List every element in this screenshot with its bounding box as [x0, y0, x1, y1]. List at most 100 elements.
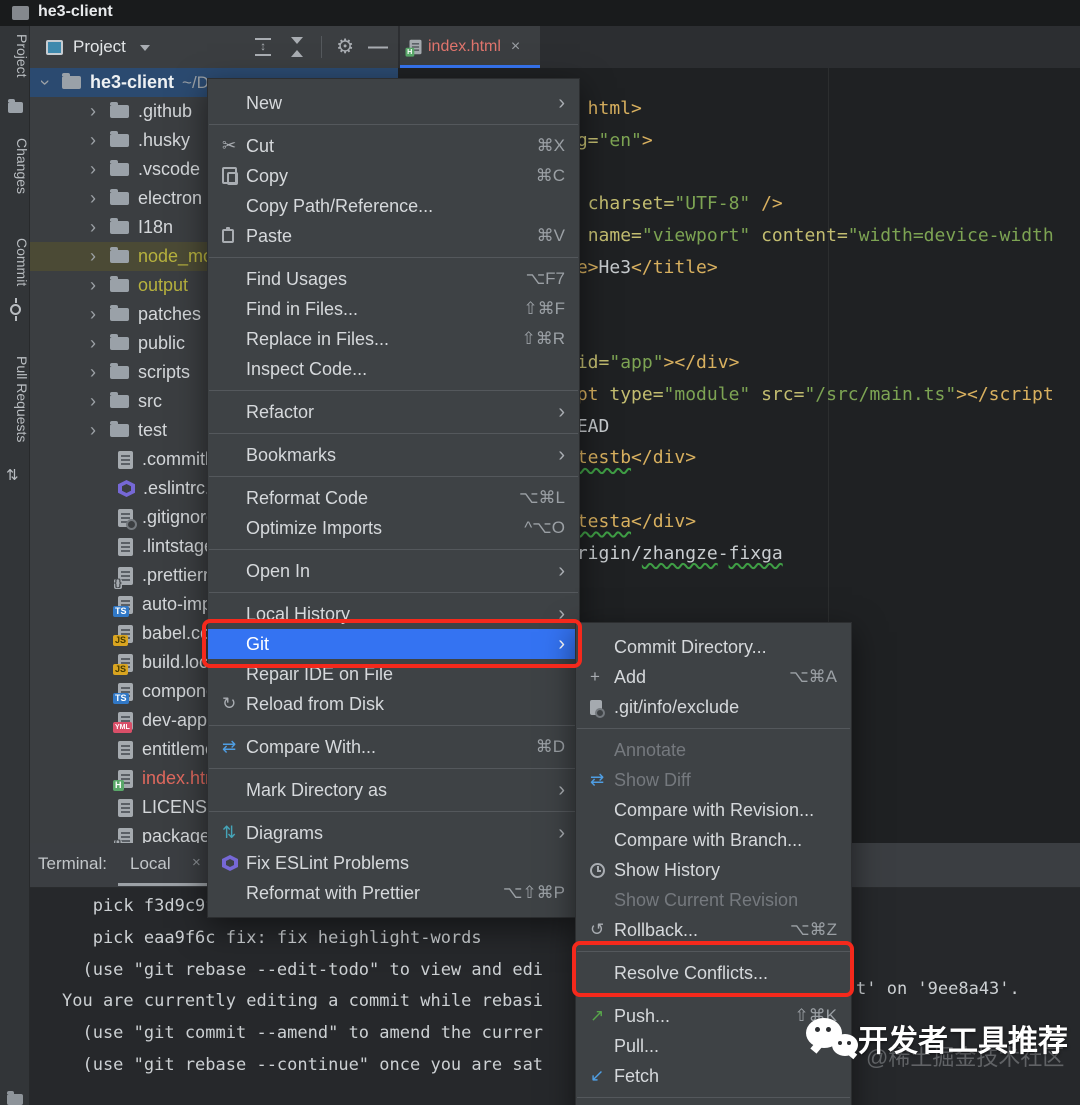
menu-item-find-usages[interactable]: Find Usages ⌥F7: [208, 264, 579, 294]
code-segment: -: [717, 542, 729, 564]
code-segment: "/src/main.ts": [804, 383, 957, 405]
menu-item-label: .git/info/exclude: [614, 696, 740, 717]
menu-divider: [577, 728, 850, 729]
menu-item-diagrams[interactable]: ⇅ Diagrams ›: [208, 818, 579, 848]
menu-item-shortcut: ⌥⌘A: [789, 667, 837, 686]
chevron-right-icon[interactable]: ›: [86, 101, 100, 122]
submenu-arrow-icon: ›: [558, 401, 565, 423]
terminal-tab-local[interactable]: Local: [130, 854, 171, 874]
menu-item-rollback[interactable]: ↺ Rollback... ⌥⌘Z: [576, 915, 851, 945]
project-panel-title[interactable]: Project: [73, 37, 126, 57]
folder-icon: [110, 160, 129, 176]
tab-label: index.html: [428, 38, 501, 55]
tree-item-label: public: [138, 333, 186, 353]
submenu-arrow-icon: ›: [558, 92, 565, 114]
code-segment: "width=device-width: [847, 225, 1054, 246]
menu-item-annotate[interactable]: Annotate: [576, 735, 851, 765]
menu-item-fix-eslint-problems[interactable]: Fix ESLint Problems: [208, 848, 579, 878]
chevron-down-icon[interactable]: [139, 44, 150, 56]
tab-index-html[interactable]: H index.html ×: [400, 26, 540, 68]
menu-item-copy[interactable]: Copy ⌘C: [208, 161, 579, 191]
menu-item-fetch[interactable]: ↙ Fetch: [576, 1061, 851, 1091]
terminal-line: (use "git commit --amend" to amend the c…: [62, 1023, 544, 1044]
menu-item-replace-in-files[interactable]: Replace in Files... ⇧⌘R: [208, 324, 579, 354]
menu-item-compare-with-revision[interactable]: Compare with Revision...: [576, 795, 851, 825]
menu-item-new[interactable]: New ›: [208, 88, 579, 118]
stripe-commit-label[interactable]: Commit: [0, 238, 30, 286]
chevron-right-icon[interactable]: ›: [86, 391, 100, 412]
brace-file-icon: {}: [114, 566, 133, 589]
pull-requests-icon[interactable]: ⇅: [6, 466, 19, 484]
stripe-changes-label[interactable]: Changes: [0, 138, 30, 194]
menu-item-repair-ide-on-file[interactable]: Repair IDE on File: [208, 659, 579, 689]
menu-item-label: Compare with Revision...: [614, 799, 815, 820]
menu-item-label: Repair IDE on File: [246, 663, 394, 684]
chevron-right-icon[interactable]: ›: [86, 362, 100, 383]
menu-item-inspect-code[interactable]: Inspect Code...: [208, 354, 579, 384]
menu-item-add[interactable]: + Add ⌥⌘A: [576, 662, 851, 692]
code-segment: "en": [598, 129, 642, 151]
close-icon[interactable]: ×: [192, 854, 201, 871]
menu-item-paste[interactable]: Paste ⌘V: [208, 221, 579, 251]
menu-item-refactor[interactable]: Refactor ›: [208, 397, 579, 427]
tree-item-label: .gitignore: [142, 507, 217, 527]
menu-item-git[interactable]: Git ›: [208, 629, 579, 659]
chevron-right-icon[interactable]: ›: [86, 333, 100, 354]
code-segment: content=: [761, 225, 848, 246]
menu-item-reformat-with-prettier[interactable]: Reformat with Prettier ⌥⇧⌘P: [208, 878, 579, 908]
menu-item-show-current-revision[interactable]: Show Current Revision: [576, 885, 851, 915]
ts-file-icon: TS: [113, 682, 133, 704]
folder-icon[interactable]: [8, 99, 23, 113]
menu-item-compare-with-branch[interactable]: Compare with Branch...: [576, 825, 851, 855]
menu-item-reload-from-disk[interactable]: ↻ Reload from Disk: [208, 689, 579, 719]
menu-divider: [209, 811, 578, 812]
chevron-right-icon[interactable]: ›: [86, 188, 100, 209]
chevron-right-icon[interactable]: ›: [86, 217, 100, 238]
menu-item-git-info-exclude[interactable]: .git/info/exclude: [576, 692, 851, 722]
menu-divider: [209, 257, 578, 258]
chevron-right-icon[interactable]: ›: [86, 420, 100, 441]
code-line: ipt type="module" src="/src/main.ts"></s…: [566, 384, 1054, 405]
menu-item-commit-directory[interactable]: Commit Directory...: [576, 632, 851, 662]
menu-item-resolve-conflicts[interactable]: Resolve Conflicts...: [576, 958, 851, 988]
menu-item-find-in-files[interactable]: Find in Files... ⇧⌘F: [208, 294, 579, 324]
menu-item-label: Fetch: [614, 1065, 660, 1086]
folder-icon: [110, 392, 129, 408]
menu-item-compare-with[interactable]: ⇄ Compare With... ⌘D: [208, 732, 579, 762]
bottom-folder-icon[interactable]: [7, 1091, 23, 1105]
menu-divider: [209, 433, 578, 434]
tree-item-label: .vscode: [138, 159, 201, 179]
stripe-project-label[interactable]: Project: [0, 34, 30, 78]
expand-all-icon[interactable]: ↕: [253, 37, 273, 57]
terminal-output[interactable]: pick f3d9c9f pick eaa9f6c fix: fix heigh…: [62, 891, 605, 1082]
gear-icon[interactable]: ⚙: [336, 37, 354, 57]
menu-item-copy-path-reference[interactable]: Copy Path/Reference...: [208, 191, 579, 221]
menu-item-open-in[interactable]: Open In ›: [208, 556, 579, 586]
folder-icon: [110, 363, 129, 379]
close-icon[interactable]: ×: [511, 38, 520, 56]
code-segment: </div>: [631, 447, 697, 469]
collapse-all-icon[interactable]: [287, 37, 307, 57]
menu-item-cut[interactable]: ✂ Cut ⌘X: [208, 131, 579, 161]
menu-item-shortcut: ⌘C: [535, 166, 565, 185]
menu-item-optimize-imports[interactable]: Optimize Imports ^⌥O: [208, 513, 579, 543]
menu-item-show-history[interactable]: Show History: [576, 855, 851, 885]
menu-item-bookmarks[interactable]: Bookmarks ›: [208, 440, 579, 470]
menu-divider: [209, 592, 578, 593]
stripe-pull-requests-label[interactable]: Pull Requests: [0, 356, 30, 442]
chevron-right-icon[interactable]: ›: [86, 304, 100, 325]
chevron-expanded-icon[interactable]: ›: [36, 72, 56, 93]
commit-icon[interactable]: [10, 298, 21, 321]
menu-item-show-diff[interactable]: ⇄ Show Diff: [576, 765, 851, 795]
menu-item-mark-directory-as[interactable]: Mark Directory as ›: [208, 775, 579, 805]
chevron-right-icon[interactable]: ›: [86, 159, 100, 180]
menu-item-local-history[interactable]: Local History ›: [208, 599, 579, 629]
chevron-right-icon[interactable]: ›: [86, 275, 100, 296]
menu-item-reformat-code[interactable]: Reformat Code ⌥⌘L: [208, 483, 579, 513]
hide-panel-icon[interactable]: —: [368, 37, 388, 57]
chevron-right-icon[interactable]: ›: [86, 246, 100, 267]
chevron-right-icon[interactable]: ›: [86, 130, 100, 151]
menu-item-shortcut: ⇧⌘F: [523, 299, 565, 318]
menu-item-label: Local History: [246, 603, 351, 624]
project-panel-header: Project ↕ ⚙ —: [30, 26, 398, 68]
